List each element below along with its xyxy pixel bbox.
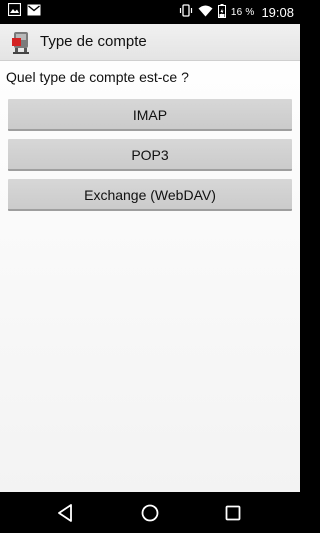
notification-icons — [7, 2, 41, 21]
mail-icon — [27, 3, 41, 21]
wifi-icon — [198, 5, 213, 20]
exchange-webdav-button[interactable]: Exchange (WebDAV) — [8, 179, 292, 211]
pop3-button[interactable]: POP3 — [8, 139, 292, 171]
system-icons: 16 % 19:08 — [179, 3, 294, 21]
vibrate-icon — [179, 4, 193, 20]
action-bar: Type de compte — [0, 24, 300, 61]
back-icon[interactable] — [55, 502, 77, 524]
recents-icon[interactable] — [222, 502, 244, 524]
page-title: Type de compte — [40, 33, 147, 50]
clock: 19:08 — [261, 4, 294, 20]
status-bar: 16 % 19:08 — [0, 0, 300, 24]
navigation-bar — [0, 492, 300, 533]
app-content: Type de compte Quel type de compte est-c… — [0, 24, 300, 492]
imap-button[interactable]: IMAP — [8, 99, 292, 131]
app-icon[interactable] — [10, 29, 34, 55]
account-type-question: Quel type de compte est-ce ? — [6, 69, 189, 85]
home-icon[interactable] — [139, 502, 161, 524]
image-icon — [7, 2, 22, 21]
battery-icon — [217, 3, 226, 21]
battery-percent: 16 % — [230, 6, 255, 18]
